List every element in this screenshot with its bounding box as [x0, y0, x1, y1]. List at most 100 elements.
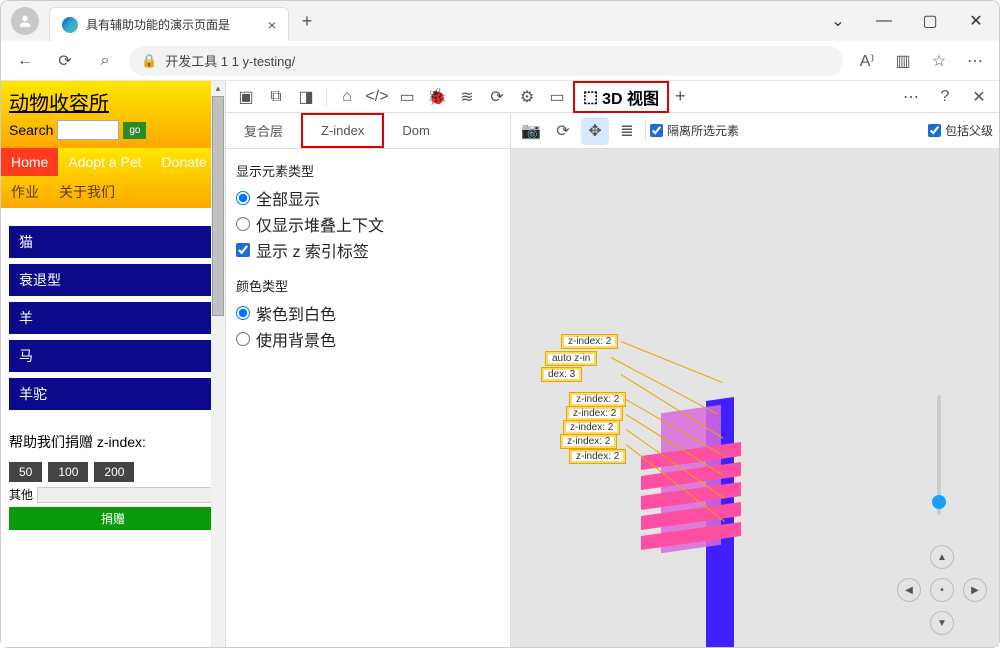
pan-left-button[interactable]: ◀ [897, 578, 921, 602]
dock-icon[interactable]: ◨ [292, 83, 320, 111]
pan-down-button[interactable]: ▼ [930, 611, 954, 635]
checkbox-isolate[interactable] [650, 124, 663, 137]
category-list: 猫 衰退型 羊 马 羊驼 [1, 208, 225, 424]
application-icon[interactable]: ▭ [543, 83, 571, 111]
search-input[interactable] [57, 120, 119, 140]
reset-view-icon[interactable]: ⟳ [549, 117, 577, 145]
profile-icon[interactable] [11, 7, 39, 35]
more-icon[interactable]: ⋯ [897, 83, 925, 111]
page-scrollbar[interactable]: ▴ [211, 81, 225, 647]
list-item[interactable]: 猫 [9, 226, 217, 258]
demo-page: 动物收容所 Search go Home Adopt a Pet Donate … [1, 81, 226, 647]
3d-nav-controls: ▲ ▼ ◀ ▶ • [897, 545, 987, 635]
lock-icon: 🔒 [141, 53, 157, 69]
console-icon[interactable]: ▭ [393, 83, 421, 111]
back-button[interactable]: ← [9, 45, 41, 77]
zindex-options-panel: 复合层 Z-index Dom 显示元素类型 全部显示 仅显示堆叠上下文 显示 … [226, 113, 511, 647]
zoom-slider[interactable] [937, 395, 941, 515]
nav-adopt[interactable]: Adopt a Pet [58, 148, 151, 176]
inspect-icon[interactable]: ▣ [232, 83, 260, 111]
list-item[interactable]: 马 [9, 340, 217, 372]
subtab-composite[interactable]: 复合层 [226, 113, 301, 148]
3d-canvas[interactable]: 📷 ⟳ ✥ ≣ 隔离所选元素 包括父级 [511, 113, 999, 647]
amount-50[interactable]: 50 [9, 462, 42, 482]
3d-visualization[interactable]: z-index: 2 auto z-in dex: 3 z-index: 2 z… [511, 149, 999, 647]
close-window-button[interactable]: ✕ [953, 1, 999, 41]
radio-show-all[interactable] [236, 191, 250, 205]
minimize-button[interactable]: ― [861, 1, 907, 41]
zindex-label: auto z-in [545, 351, 597, 366]
address-bar: ← ⟳ ⌕ 🔒 开发工具 1 1 y-testing/ A⁾ ▥ ☆ ⋯ [1, 41, 999, 81]
checkbox-include-parent[interactable] [928, 124, 941, 137]
pan-right-button[interactable]: ▶ [963, 578, 987, 602]
device-icon[interactable]: ⧉ [262, 83, 290, 111]
memory-icon[interactable]: ⚙ [513, 83, 541, 111]
pan-up-button[interactable]: ▲ [930, 545, 954, 569]
other-amount-input[interactable] [37, 487, 217, 503]
list-item[interactable]: 衰退型 [9, 264, 217, 296]
tab-3d-view[interactable]: ⬚ 3D 视图 [573, 81, 669, 113]
cube-icon: ⬚ [583, 87, 598, 107]
welcome-icon[interactable]: ⌂ [333, 83, 361, 111]
color-type-title: 颜色类型 [236, 276, 500, 295]
elements-icon[interactable]: </> [363, 83, 391, 111]
refresh-button[interactable]: ⟳ [49, 45, 81, 77]
layers-icon[interactable]: ≣ [613, 117, 641, 145]
more-tabs-button[interactable]: + [675, 86, 686, 107]
maximize-button[interactable]: ▢ [907, 1, 953, 41]
amount-100[interactable]: 100 [48, 462, 88, 482]
zindex-label: dex: 3 [541, 367, 582, 382]
zoom-knob[interactable] [932, 495, 946, 509]
go-button[interactable]: go [123, 122, 146, 139]
favorite-icon[interactable]: ☆ [923, 45, 955, 77]
donate-text: 帮助我们捐赠 z-index: [9, 432, 217, 452]
zindex-label: z-index: 2 [561, 334, 618, 349]
sources-icon[interactable]: 🐞 [423, 83, 451, 111]
zindex-label: z-index: 2 [569, 392, 626, 407]
network-icon[interactable]: ≋ [453, 83, 481, 111]
amount-200[interactable]: 200 [94, 462, 134, 482]
radio-stack-only[interactable] [236, 217, 250, 231]
radio-purple-white[interactable] [236, 306, 250, 320]
list-item[interactable]: 羊 [9, 302, 217, 334]
search-button[interactable]: ⌕ [89, 45, 121, 77]
new-tab-button[interactable]: + [293, 7, 321, 35]
page-nav: Home Adopt a Pet Donate 作业 关于我们 [1, 148, 225, 208]
pan-center-button[interactable]: • [930, 578, 954, 602]
pan-icon[interactable]: ✥ [581, 117, 609, 145]
list-item[interactable]: 羊驼 [9, 378, 217, 410]
page-title: 动物收容所 [9, 87, 217, 116]
caret-down-icon[interactable]: ⌄ [815, 1, 861, 41]
close-tab-icon[interactable]: × [268, 17, 276, 33]
performance-icon[interactable]: ⟳ [483, 83, 511, 111]
radio-use-bg[interactable] [236, 332, 250, 346]
titlebar: 具有辅助功能的演示页面是 × + ⌄ ― ▢ ✕ [1, 1, 999, 41]
close-devtools-button[interactable]: ✕ [965, 83, 993, 111]
tab-title: 具有辅助功能的演示页面是 [86, 16, 260, 33]
url-field[interactable]: 🔒 开发工具 1 1 y-testing/ [129, 46, 843, 76]
camera-icon[interactable]: 📷 [517, 117, 545, 145]
reader-icon[interactable]: ▥ [887, 45, 919, 77]
nav-jobs[interactable]: 作业 [1, 176, 49, 208]
devtools-tab-strip: ▣ ⧉ ◨ ⌂ </> ▭ 🐞 ≋ ⟳ ⚙ ▭ ⬚ 3D 视图 + ⋯ [226, 81, 999, 113]
menu-icon[interactable]: ⋯ [959, 45, 991, 77]
subtab-dom[interactable]: Dom [384, 113, 447, 148]
help-icon[interactable]: ? [931, 83, 959, 111]
checkbox-show-zlabel[interactable] [236, 243, 250, 257]
zindex-label: z-index: 2 [563, 420, 620, 435]
edge-icon [62, 17, 78, 33]
zindex-label: z-index: 2 [569, 449, 626, 464]
nav-donate[interactable]: Donate [152, 148, 217, 176]
read-aloud-icon[interactable]: A⁾ [851, 45, 883, 77]
nav-home[interactable]: Home [1, 148, 58, 176]
donate-button[interactable]: 捐赠 [9, 507, 217, 530]
element-type-title: 显示元素类型 [236, 161, 500, 180]
search-label: Search [9, 122, 53, 138]
scrollbar-thumb[interactable] [212, 96, 224, 316]
zindex-label: z-index: 2 [566, 406, 623, 421]
nav-about[interactable]: 关于我们 [49, 176, 125, 208]
zindex-label: z-index: 2 [560, 434, 617, 449]
browser-tab[interactable]: 具有辅助功能的演示页面是 × [49, 7, 289, 41]
other-label: 其他 [9, 486, 33, 503]
subtab-zindex[interactable]: Z-index [301, 113, 384, 148]
